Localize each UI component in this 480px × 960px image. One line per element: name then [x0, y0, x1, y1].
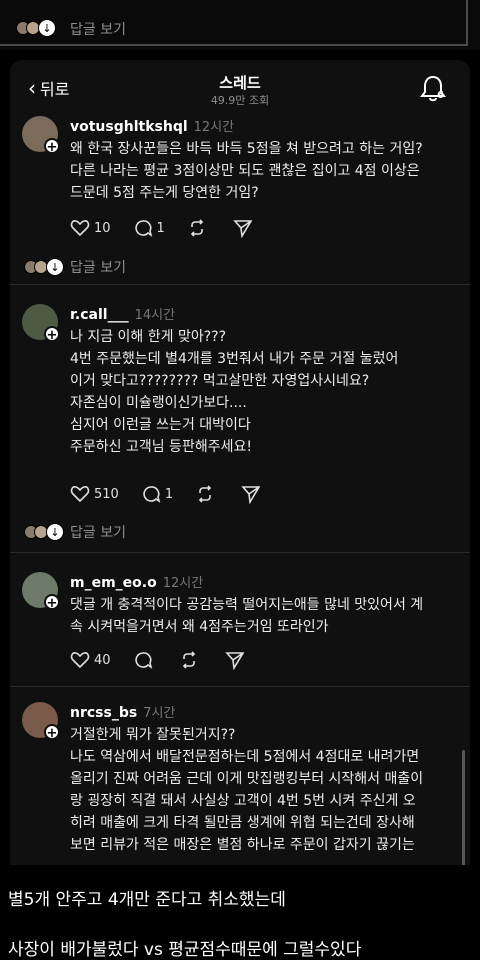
post-time: 12시간 — [193, 120, 235, 135]
comment-icon — [143, 486, 161, 503]
heart-icon — [70, 486, 90, 503]
username[interactable]: nrcss_bs 7시간 — [70, 702, 175, 721]
divider — [10, 284, 470, 285]
scrollbar[interactable] — [462, 750, 465, 865]
repost-button[interactable] — [179, 650, 203, 670]
view-replies-link[interactable]: 답글 보기 — [70, 257, 126, 277]
heart-icon — [70, 652, 90, 669]
send-icon — [241, 486, 261, 504]
like-button[interactable]: 510 — [70, 484, 119, 504]
follow-plus-icon[interactable]: + — [44, 724, 60, 741]
like-count: 10 — [94, 220, 111, 236]
post-actions: 10 1 — [70, 218, 279, 238]
view-count: 49.9만 조회 — [210, 94, 270, 107]
repost-icon — [190, 219, 203, 237]
repost-icon — [182, 651, 195, 669]
divider — [10, 552, 470, 553]
comment-icon — [134, 220, 152, 237]
like-button[interactable]: 40 — [70, 650, 111, 670]
reply-avatars: ↓ — [24, 258, 64, 276]
repost-icon — [198, 485, 212, 503]
caption-line-1: 별5개 안주고 4개만 준다고 취소했는데 — [8, 890, 286, 910]
comment-count: 1 — [164, 486, 174, 502]
follow-plus-icon[interactable]: + — [44, 594, 60, 611]
post-time: 14시간 — [134, 308, 176, 323]
comment-button[interactable]: 1 — [133, 218, 165, 238]
previous-thread-strip: ↓ 답글 보기 — [0, 0, 480, 50]
notification-count: 6 — [437, 90, 444, 101]
divider — [466, 0, 468, 46]
follow-plus-icon[interactable]: + — [44, 326, 60, 343]
heart-icon — [70, 220, 90, 237]
comment-count: 1 — [156, 220, 165, 236]
divider — [0, 44, 468, 46]
share-button[interactable] — [241, 484, 265, 504]
post-body: 거절한게 뭐가 잘못된거지?? 나도 역삼에서 배달전문점하는데 5점에서 4점… — [70, 727, 424, 853]
post-actions: 510 1 — [70, 484, 287, 504]
thread-panel: ‹ 뒤로 스레드 49.9만 조회 6 + votusghltkshql 12시간… — [10, 60, 470, 865]
page-title: 스레드 — [219, 74, 261, 92]
username[interactable]: m_em_eo.o 12시간 — [70, 572, 203, 591]
share-button[interactable] — [224, 650, 249, 670]
reply-avatars: ↓ — [24, 523, 64, 541]
send-icon — [224, 652, 244, 670]
repost-button[interactable] — [195, 484, 219, 504]
like-count: 40 — [94, 652, 111, 668]
divider — [10, 686, 470, 687]
arrow-down-icon: ↓ — [46, 523, 64, 541]
post-body: 댓글 개 충격적이다 공감능력 떨어지는애들 많네 맛있어서 계 속 시켜먹을거… — [70, 597, 424, 635]
post-time: 7시간 — [143, 706, 176, 721]
post-body: 왜 한국 장사꾼들은 바득 바득 5점을 쳐 받으려고 하는 거임? 다른 나라… — [70, 141, 423, 201]
notification-button[interactable]: 6 — [420, 74, 446, 104]
view-replies-link[interactable]: 답글 보기 — [70, 522, 126, 542]
comment-icon — [134, 652, 152, 669]
follow-plus-icon[interactable]: + — [44, 138, 60, 155]
arrow-down-icon: ↓ — [38, 19, 56, 37]
repost-button[interactable] — [187, 218, 211, 238]
username[interactable]: votusghltkshql 12시간 — [70, 116, 234, 135]
caption-line-2: 사장이 배가불렀다 vs 평균점수때문에 그럴수있다 — [8, 940, 362, 960]
comment-button[interactable] — [133, 650, 157, 670]
post-body: 나 지금 이해 한게 맞아??? 4번 주문했는데 별4개를 3번줘서 내가 주… — [70, 329, 399, 455]
reply-avatars: ↓ — [16, 19, 56, 37]
send-icon — [233, 220, 253, 238]
share-button[interactable] — [233, 218, 257, 238]
post-time: 12시간 — [162, 576, 204, 591]
post-actions: 40 — [70, 650, 271, 670]
username[interactable]: r.call___ 14시간 — [70, 304, 175, 323]
arrow-down-icon: ↓ — [46, 258, 64, 276]
like-count: 510 — [94, 486, 119, 502]
comment-button[interactable]: 1 — [141, 484, 173, 504]
like-button[interactable]: 10 — [70, 218, 111, 238]
view-replies-link[interactable]: 답글 보기 — [70, 19, 126, 39]
